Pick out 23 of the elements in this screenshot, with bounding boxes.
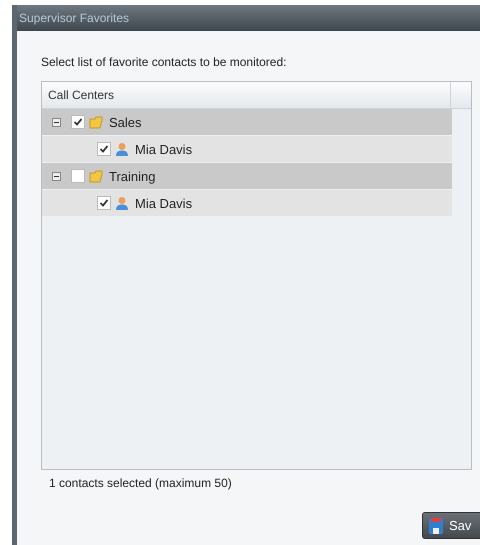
selection-count-text: 1 contacts selected (maximum 50) <box>49 476 233 490</box>
save-button[interactable]: Sav <box>422 512 480 539</box>
group-label: Sales <box>109 114 142 130</box>
collapse-icon[interactable] <box>52 118 61 126</box>
collapse-icon[interactable] <box>52 172 61 180</box>
instruction-text: Select list of favorite contacts to be monitored: <box>41 55 288 69</box>
contact-label: Mia Davis <box>135 196 192 210</box>
checkbox[interactable] <box>71 169 85 183</box>
contact-row[interactable]: Mia Davis <box>42 136 452 162</box>
tree-group-row[interactable]: Sales <box>42 109 452 135</box>
checkbox[interactable] <box>71 115 85 129</box>
checkbox[interactable] <box>97 142 111 156</box>
column-header: Call Centers <box>42 82 451 108</box>
contact-row[interactable]: Mia Davis <box>42 190 452 216</box>
folder-icon <box>89 115 103 129</box>
tree-group-row[interactable]: Training <box>42 163 452 189</box>
window-title: Supervisor Favorites <box>19 11 130 25</box>
folder-icon <box>89 169 103 183</box>
person-icon <box>115 196 129 210</box>
group-label: Training <box>109 168 156 184</box>
person-icon <box>115 142 129 156</box>
checkbox[interactable] <box>97 196 111 210</box>
contact-label: Mia Davis <box>135 142 192 156</box>
